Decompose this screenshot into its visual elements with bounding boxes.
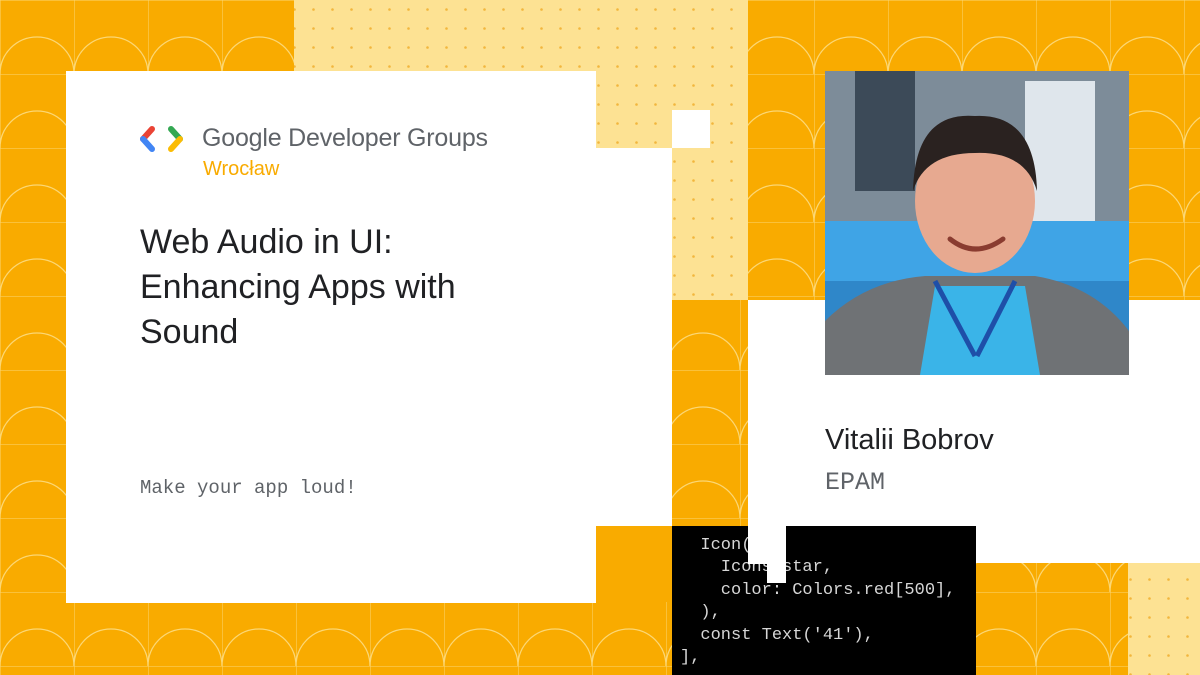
talk-card-extension bbox=[596, 148, 672, 526]
chapter-name: Wrocław bbox=[203, 158, 280, 180]
gdg-brackets-icon bbox=[140, 126, 183, 152]
code-line: Icons.star, bbox=[680, 558, 834, 577]
code-line: ), bbox=[680, 603, 721, 622]
code-line: /*3*/ bbox=[680, 526, 955, 535]
code-line: const Text('41'), bbox=[680, 625, 874, 645]
speaker-photo bbox=[825, 71, 1129, 375]
talk-title: Web Audio in UI: Enhancing Apps with Sou… bbox=[140, 220, 580, 355]
decor-square bbox=[748, 526, 786, 564]
code-line: color: Colors.red[500], bbox=[680, 580, 956, 600]
speaker-company: EPAM bbox=[825, 468, 886, 497]
decor-square bbox=[767, 564, 786, 583]
talk-tagline: Make your app loud! bbox=[140, 477, 357, 499]
decor-block bbox=[596, 526, 672, 602]
code-line: Icon( bbox=[680, 535, 752, 555]
decor-square bbox=[672, 110, 710, 148]
code-snippet: /*3*/ Icon( Icons.star, color: Colors.re… bbox=[672, 526, 976, 675]
talk-title-line: Web Audio in UI: bbox=[140, 223, 393, 261]
speaker-name: Vitalii Bobrov bbox=[825, 424, 994, 456]
talk-title-line: Enhancing Apps with bbox=[140, 268, 456, 306]
code-line: ], bbox=[680, 648, 701, 667]
talk-title-line: Sound bbox=[140, 313, 239, 351]
gdg-logo-text: Google Developer Groups bbox=[202, 124, 488, 152]
